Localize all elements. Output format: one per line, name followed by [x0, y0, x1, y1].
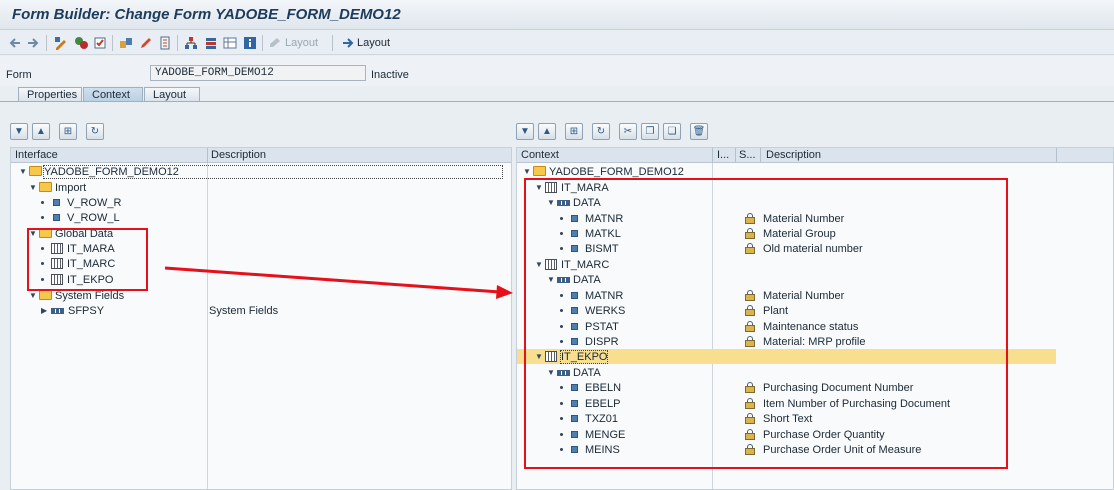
annotation-arrow — [164, 266, 513, 299]
